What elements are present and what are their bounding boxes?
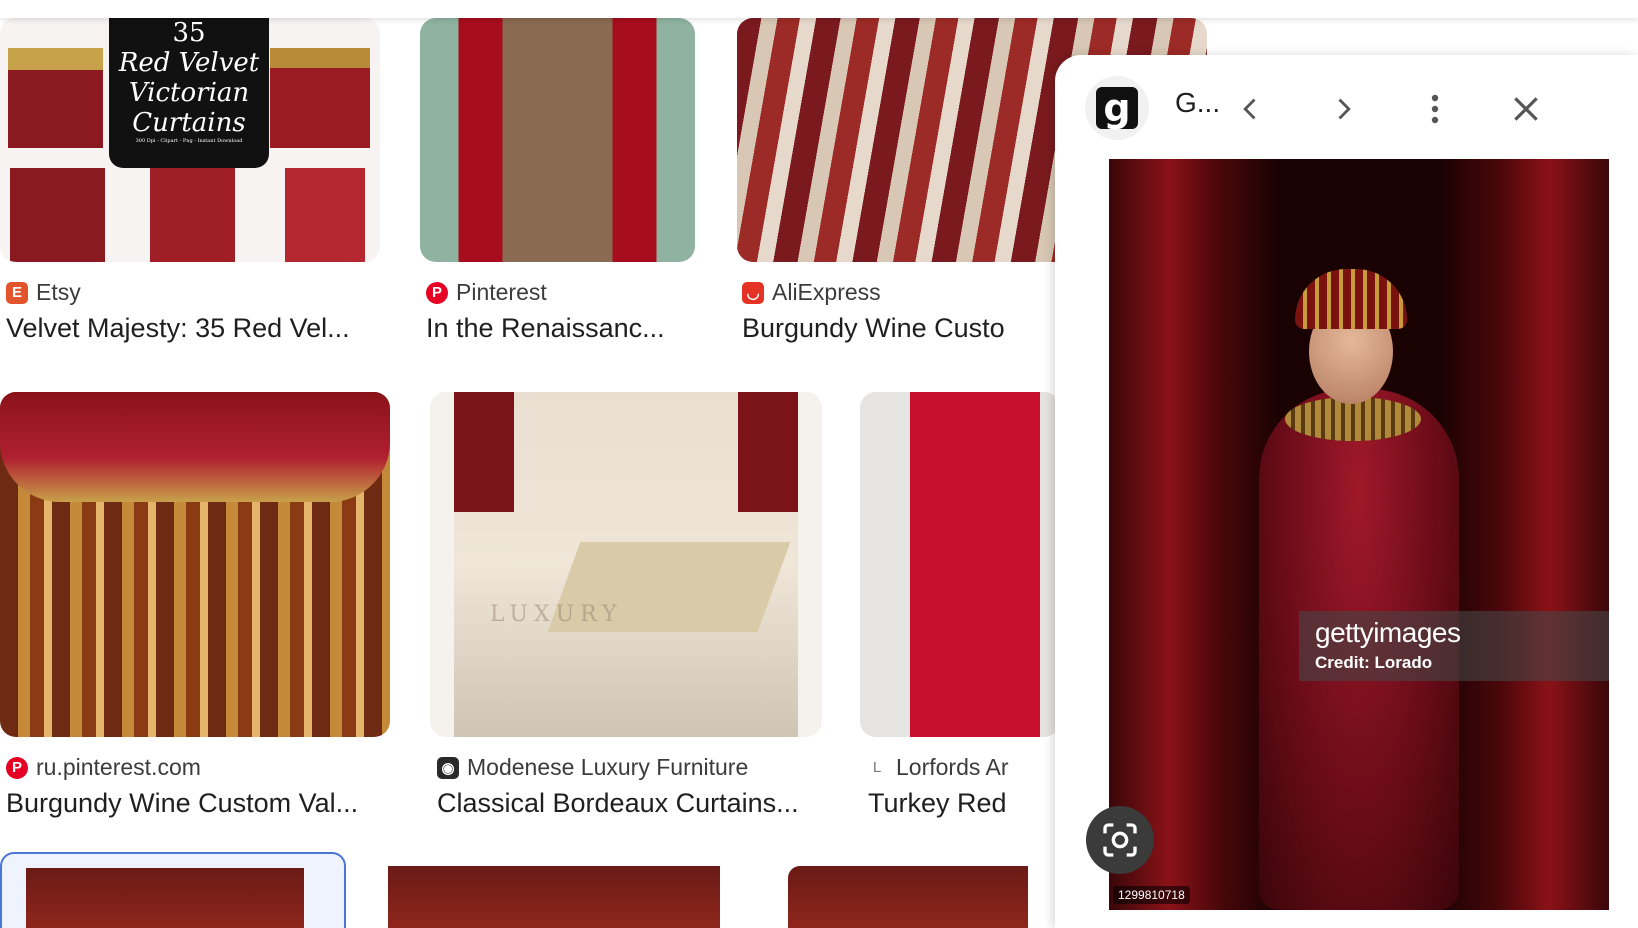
result-image-etsy[interactable]: 35 Red Velvet Victorian Curtains 300 Dpi… <box>0 18 380 262</box>
watermark-brand: gettyimages <box>1315 617 1461 648</box>
site-logo[interactable]: g <box>1085 76 1149 140</box>
result-title[interactable]: Turkey Red <box>868 788 1048 819</box>
valance-swag <box>0 392 390 502</box>
more-vert-icon <box>1431 94 1439 124</box>
panel-header: g G... <box>1055 55 1638 159</box>
result-image-row3-3[interactable] <box>788 866 1028 928</box>
curtain-left <box>454 392 514 512</box>
etsy-icon: E <box>6 281 28 304</box>
preview-image[interactable]: gettyimages Credit: Lorado 1299810718 <box>1109 159 1609 910</box>
result-source[interactable]: E Etsy <box>6 279 81 306</box>
lorfords-icon: L <box>872 759 882 776</box>
close-button[interactable] <box>1498 81 1554 137</box>
headdress <box>1295 269 1407 329</box>
source-label: Lorfords Ar <box>896 754 1009 780</box>
result-title[interactable]: Burgundy Wine Custo <box>742 313 1052 344</box>
panel-site-title[interactable]: G... <box>1175 87 1220 119</box>
source-label: AliExpress <box>772 279 881 305</box>
aliexpress-icon: ◡ <box>742 281 764 304</box>
top-bar <box>0 0 1638 18</box>
getty-g-icon: g <box>1096 87 1138 129</box>
source-label: Pinterest <box>456 279 547 305</box>
previous-button[interactable] <box>1223 81 1279 137</box>
chevron-left-icon <box>1243 98 1256 120</box>
result-image-pinterest[interactable] <box>420 18 695 262</box>
result-source[interactable]: P ru.pinterest.com <box>6 754 201 781</box>
badge-line-2: Victorian <box>128 78 250 108</box>
getty-watermark: gettyimages Credit: Lorado <box>1299 611 1609 681</box>
next-button[interactable] <box>1315 81 1371 137</box>
watermark-text: LUXURY <box>490 602 623 627</box>
result-title[interactable]: In the Renaissanc... <box>426 313 716 344</box>
pinterest-icon: P <box>6 756 28 779</box>
result-image-red-curtain[interactable] <box>860 392 1060 737</box>
result-source[interactable]: ◡ AliExpress <box>742 279 881 306</box>
result-image-valance[interactable] <box>0 392 390 737</box>
image-id: 1299810718 <box>1113 886 1190 904</box>
badge-line-3: Curtains <box>132 108 246 138</box>
result-source[interactable]: ◉ Modenese Luxury Furniture <box>437 754 748 781</box>
more-options-button[interactable] <box>1407 81 1463 137</box>
image-preview-panel: g G... gettyimages Credit: Lorado 129981… <box>1055 55 1638 928</box>
badge-number: 35 <box>172 18 206 48</box>
result-image-row3-2[interactable] <box>388 866 720 928</box>
close-icon <box>1514 97 1538 121</box>
source-label: Etsy <box>36 279 81 305</box>
curtain-right <box>738 392 798 512</box>
etsy-title-badge: 35 Red Velvet Victorian Curtains 300 Dpi… <box>109 18 269 168</box>
result-image-dining[interactable]: LUXURY <box>430 392 822 737</box>
chevron-right-icon <box>1338 98 1351 120</box>
result-title[interactable]: Burgundy Wine Custom Val... <box>6 788 386 819</box>
result-image-row3-1 <box>26 868 304 928</box>
badge-footer: 300 Dpi - Clipart - Png - Instant Downlo… <box>135 138 243 144</box>
dining-room-photo: LUXURY <box>454 392 798 737</box>
result-source[interactable]: L Lorfords Ar <box>866 754 1009 781</box>
watermark-credit: Credit: Lorado <box>1315 653 1433 672</box>
modenese-icon: ◉ <box>437 756 459 779</box>
result-title[interactable]: Velvet Majesty: 35 Red Vel... <box>6 313 386 344</box>
result-card-selected[interactable] <box>0 852 346 928</box>
source-label: ru.pinterest.com <box>36 754 201 780</box>
result-source[interactable]: P Pinterest <box>426 279 547 306</box>
source-label: Modenese Luxury Furniture <box>467 754 749 780</box>
google-lens-button[interactable] <box>1086 806 1154 874</box>
pinterest-icon: P <box>426 281 448 304</box>
result-title[interactable]: Classical Bordeaux Curtains... <box>437 788 817 819</box>
badge-line-1: Red Velvet <box>118 48 260 78</box>
lens-icon <box>1103 823 1137 857</box>
